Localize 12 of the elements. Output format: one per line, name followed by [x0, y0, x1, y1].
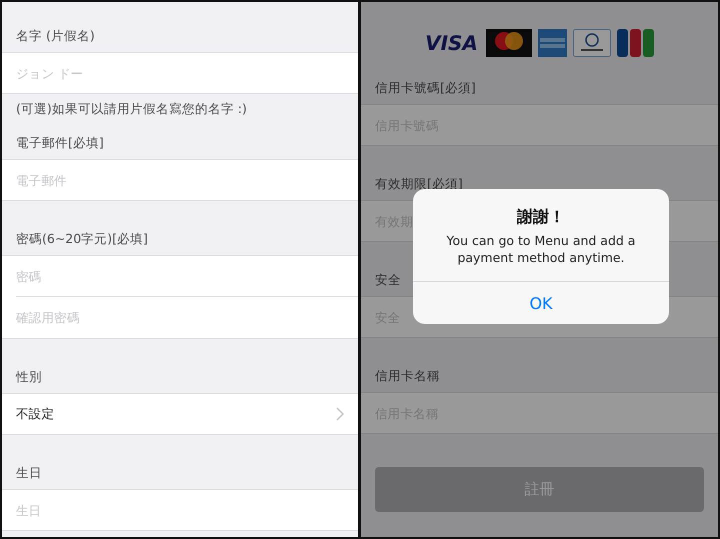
section-header: 信用卡名稱 — [375, 368, 440, 385]
section-header: 名字 (片假名) — [16, 28, 95, 45]
section-header: 信用卡號碼[必須] — [375, 80, 476, 97]
hint-text: (可選)如果可以請用片假名寫您的名字 :) — [16, 101, 247, 118]
alert-message: You can go to Menu and add a payment method anytime. — [446, 232, 636, 266]
alert-title: 謝謝！ — [516, 207, 566, 228]
section-header: 密碼(6~20字元)[必填] — [16, 231, 148, 248]
section-header: 安全 — [375, 272, 401, 289]
section-header: 性別 — [16, 369, 42, 386]
card-logo: VISA — [425, 31, 478, 55]
section-header: 電子郵件[必填] — [16, 135, 104, 152]
section-header: 生日 — [16, 465, 42, 482]
